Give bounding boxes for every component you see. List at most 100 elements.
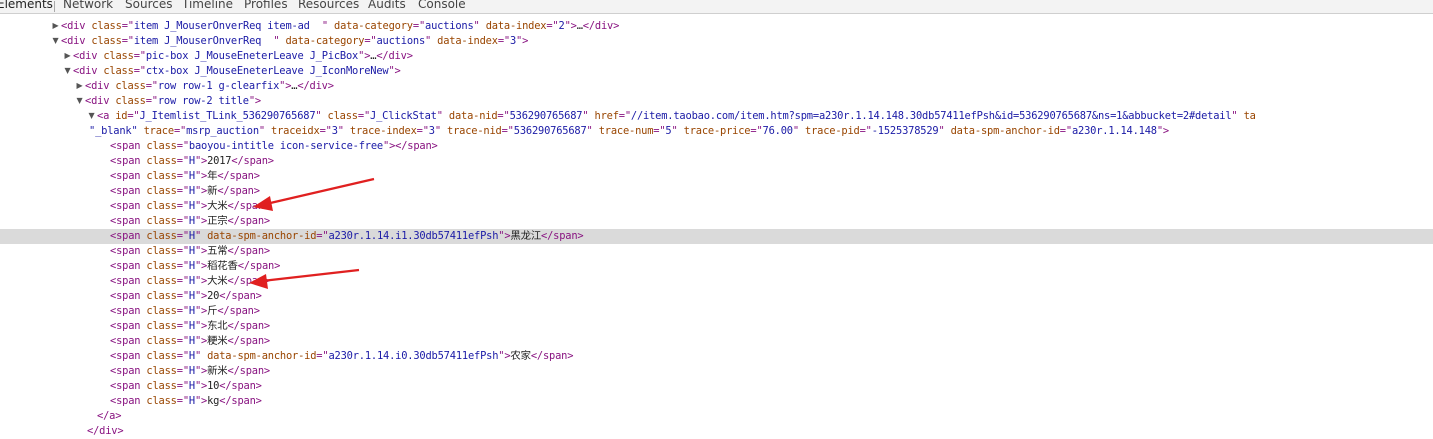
tag-token: <span bbox=[110, 380, 147, 392]
dom-node-line[interactable]: ▶ <div class="pic-box J_MouseEneterLeave … bbox=[0, 49, 1433, 64]
dom-node-markup: <span class="H">新米</span> bbox=[110, 364, 270, 379]
text-node: 正宗 bbox=[207, 215, 228, 227]
tag-token: </span> bbox=[219, 380, 262, 392]
tab-elements[interactable]: Elements bbox=[0, 0, 53, 12]
tag-token: <span bbox=[110, 290, 147, 302]
tag-token: =" bbox=[546, 20, 559, 32]
tag-token: <div bbox=[61, 20, 92, 32]
tag-token: <div bbox=[73, 50, 104, 62]
dom-node-markup: "_blank" trace="msrp_auction" traceidx="… bbox=[89, 124, 1169, 139]
attr-name: class bbox=[91, 35, 122, 47]
attr-name: class bbox=[146, 380, 177, 392]
dom-node-line[interactable]: <span class="H">东北</span> bbox=[0, 319, 1433, 334]
triangle-right-icon[interactable]: ▶ bbox=[63, 51, 72, 61]
attr-name: class bbox=[146, 230, 177, 242]
dom-node-line[interactable]: <span class="H" data-spm-anchor-id="a230… bbox=[0, 349, 1433, 364]
text-node: 2017 bbox=[207, 155, 232, 167]
attr-value: 536290765687 bbox=[509, 110, 583, 122]
tag-token: "> bbox=[279, 80, 292, 92]
attr-name: trace-price bbox=[683, 125, 751, 137]
tag-token: "> bbox=[194, 245, 208, 257]
triangle-right-icon[interactable]: ▶ bbox=[75, 81, 84, 91]
tab-timeline[interactable]: Timeline bbox=[182, 0, 233, 12]
attr-name: ta bbox=[1243, 110, 1256, 122]
tag-token: </span> bbox=[227, 335, 271, 347]
tag-token: =" bbox=[173, 125, 187, 137]
dom-node-line[interactable]: <span class="H">粳米</span> bbox=[0, 334, 1433, 349]
attr-value: item J_MouserOnverReq item-ad bbox=[133, 20, 322, 32]
attr-name: class bbox=[146, 140, 177, 152]
dom-node-line[interactable]: <span class="H">2017</span> bbox=[0, 154, 1433, 169]
tag-token: =" bbox=[176, 245, 189, 257]
tag-token: <span bbox=[110, 395, 147, 407]
attr-value: J_ClickStat bbox=[370, 110, 437, 122]
dom-node-line[interactable]: <span class="H">大米</span> bbox=[0, 199, 1433, 214]
tab-console[interactable]: Console bbox=[418, 0, 466, 12]
tag-token: =" bbox=[176, 365, 189, 377]
dom-node-line[interactable]: </div> bbox=[0, 424, 1433, 439]
dom-node-line[interactable]: <span class="H">稻花香</span> bbox=[0, 259, 1433, 274]
tab-network[interactable]: Network bbox=[63, 0, 113, 12]
tag-token: " bbox=[792, 125, 805, 137]
attr-name: traceidx bbox=[271, 125, 320, 137]
tag-token: =" bbox=[357, 110, 371, 122]
tag-token: <span bbox=[110, 155, 147, 167]
tag-token: =" bbox=[133, 50, 146, 62]
dom-node-line[interactable]: <span class="H">年</span> bbox=[0, 169, 1433, 184]
dom-node-line[interactable]: <span class="H">10</span> bbox=[0, 379, 1433, 394]
attr-value: row row-2 title bbox=[157, 95, 249, 107]
dom-node-line[interactable]: ▼ <a id="J_Itemlist_TLink_536290765687" c… bbox=[0, 109, 1433, 124]
dom-node-line[interactable]: <span class="H">20</span> bbox=[0, 289, 1433, 304]
dom-node-line[interactable]: <span class="H">五常</span> bbox=[0, 244, 1433, 259]
text-node: 大米 bbox=[207, 275, 228, 287]
dom-node-line[interactable]: <span class="H">正宗</span> bbox=[0, 214, 1433, 229]
tag-token: "> bbox=[498, 350, 511, 362]
dom-node-line[interactable]: <span class="H">新</span> bbox=[0, 184, 1433, 199]
tab-sources[interactable]: Sources bbox=[125, 0, 172, 12]
text-node: 粳米 bbox=[207, 335, 228, 347]
tag-token: =" bbox=[416, 125, 429, 137]
dom-node-line[interactable]: <span class="baoyou-intitle icon-service… bbox=[0, 139, 1433, 154]
dom-node-markup: <span class="H" data-spm-anchor-id="a230… bbox=[110, 229, 584, 244]
triangle-right-icon[interactable]: ▶ bbox=[51, 21, 60, 31]
tag-token: </span> bbox=[227, 275, 271, 287]
tab-profiles[interactable]: Profiles bbox=[244, 0, 288, 12]
dom-node-line[interactable]: ▶ <div class="item J_MouserOnverReq item-… bbox=[0, 19, 1433, 34]
tag-token: "> bbox=[194, 215, 208, 227]
attr-name: class bbox=[146, 365, 177, 377]
tag-token: "> bbox=[516, 35, 529, 47]
attr-name: trace-index bbox=[349, 125, 417, 137]
dom-node-line[interactable]: <span class="H">新米</span> bbox=[0, 364, 1433, 379]
dom-node-line[interactable]: <span class="H" data-spm-anchor-id="a230… bbox=[0, 229, 1433, 244]
dom-node-line[interactable]: <span class="H">大米</span> bbox=[0, 274, 1433, 289]
dom-node-line[interactable]: "_blank" trace="msrp_auction" traceidx="… bbox=[0, 124, 1433, 139]
attr-name: data-category bbox=[334, 20, 413, 32]
dom-node-line[interactable]: ▶ <div class="row row-1 g-clearfix">…</di… bbox=[0, 79, 1433, 94]
dom-node-line[interactable]: ▼ <div class="row row-2 title"> bbox=[0, 94, 1433, 109]
dom-node-line[interactable]: <span class="H">斤</span> bbox=[0, 304, 1433, 319]
triangle-down-icon[interactable]: ▼ bbox=[63, 66, 72, 76]
attr-name: class bbox=[146, 155, 177, 167]
tag-token: <span bbox=[110, 140, 147, 152]
dom-node-line[interactable]: ▼ <div class="ctx-box J_MouseEneterLeave … bbox=[0, 64, 1433, 79]
attr-name: id bbox=[115, 110, 128, 122]
dom-node-markup: <span class="H">正宗</span> bbox=[110, 214, 270, 229]
triangle-down-icon[interactable]: ▼ bbox=[51, 36, 60, 46]
tag-token: =" bbox=[750, 125, 763, 137]
dom-node-line[interactable]: <span class="H">kg</span> bbox=[0, 394, 1433, 409]
tag-token: =" bbox=[316, 350, 329, 362]
tag-token: =" bbox=[176, 170, 189, 182]
triangle-down-icon[interactable]: ▼ bbox=[87, 111, 96, 121]
tab-resources[interactable]: Resources bbox=[298, 0, 359, 12]
dom-node-markup: <span class="H">粳米</span> bbox=[110, 334, 270, 349]
dom-node-line[interactable]: ▼ <div class="item J_MouserOnverReq " dat… bbox=[0, 34, 1433, 49]
attr-value: auctions bbox=[376, 35, 426, 47]
tag-token: </span> bbox=[227, 245, 271, 257]
tag-token: "> bbox=[194, 200, 208, 212]
tag-token: =" bbox=[176, 140, 189, 152]
tag-token: =" bbox=[653, 125, 666, 137]
tab-audits[interactable]: Audits bbox=[368, 0, 406, 12]
attr-name: class bbox=[146, 275, 177, 287]
triangle-down-icon[interactable]: ▼ bbox=[75, 96, 84, 106]
dom-node-line[interactable]: </a> bbox=[0, 409, 1433, 424]
